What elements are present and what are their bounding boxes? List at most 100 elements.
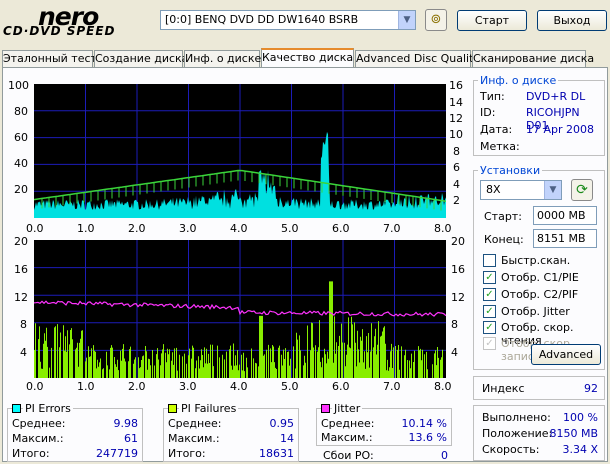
top-y-left-tick: 80 [14, 105, 28, 118]
bottom-y-right-tick: 20 [451, 235, 465, 248]
pi-errors-avg-value: 9.98 [113, 417, 139, 430]
tab-create-disc[interactable]: Создание диска [94, 50, 188, 68]
settings-title: Установки [478, 164, 543, 177]
pi-failures-max-label: Максим.: [168, 432, 220, 445]
pi-errors-avg-label: Среднее: [12, 417, 66, 430]
top-y-right-tick: 4 [453, 178, 460, 191]
pi-errors-max-label: Максим.: [12, 432, 64, 445]
refresh-icon[interactable]: ⟳ [571, 179, 593, 201]
disc-info-group: Инф. о диске Тип: DVD+R DL ID: RICOHJPN … [473, 74, 605, 156]
index-label: Индекс [482, 382, 525, 395]
x-tick-label: 7.0 [383, 380, 401, 393]
start-mb-input[interactable]: 0000 MB [533, 206, 597, 225]
show-c1-pie-checkbox[interactable]: ✓ [483, 271, 496, 284]
disc-type-value: DVD+R DL [526, 90, 586, 103]
pif-jitter-chart-area [34, 240, 446, 378]
jitter-group: Jitter Среднее: 10.14 % Максим.: 13.6 % [316, 402, 452, 446]
x-tick-label: 5.0 [281, 380, 299, 393]
jitter-max-value: 13.6 % [408, 431, 447, 444]
top-y-right-tick: 16 [449, 79, 463, 92]
bottom-y-right-tick: 16 [451, 263, 465, 276]
drive-select-value: [0:0] BENQ DVD DD DW1640 BSRB [165, 13, 359, 26]
x-tick-label: 7.0 [383, 222, 401, 235]
x-tick-label: 6.0 [332, 222, 350, 235]
tab-disc-info[interactable]: Инф. о диске [184, 50, 261, 68]
end-mb-input[interactable]: 8151 MB [533, 229, 597, 248]
start-label: Старт: [484, 210, 522, 223]
pi-failures-swatch [168, 404, 177, 413]
x-tick-label: 3.0 [179, 222, 197, 235]
jitter-swatch [321, 404, 330, 413]
disc-id-label: ID: [480, 106, 496, 119]
jitter-max-label: Максим.: [321, 431, 373, 444]
pi-errors-title: PI Errors [23, 402, 73, 415]
speed-value: 8X [486, 183, 501, 196]
pi-errors-group: PI Errors Среднее: 9.98 Максим.: 61 Итог… [7, 402, 143, 462]
chevron-down-icon[interactable]: ▼ [544, 181, 561, 199]
pi-failures-title: PI Failures [179, 402, 239, 415]
top-y-left-tick: 100 [8, 79, 29, 92]
pi-failures-total-label: Итого: [168, 447, 206, 460]
completed-value: 100 % [563, 411, 598, 424]
quick-scan-label: Быстр.скан. [501, 254, 571, 267]
index-value: 92 [584, 382, 598, 395]
settings-group: Установки 8X ▼ ⟳ Старт: 0000 MB Конец: 8… [473, 164, 605, 370]
x-tick-label: 0.0 [26, 380, 44, 393]
top-y-right-tick: 8 [453, 145, 460, 158]
position-label: Положение: [482, 427, 553, 440]
tab-benchmark[interactable]: Эталонный тест [2, 50, 97, 68]
completed-label: Выполнено: [482, 411, 551, 424]
show-jitter-checkbox[interactable]: ✓ [483, 305, 496, 318]
pi-errors-max-value: 61 [124, 432, 138, 445]
show-jitter-label: Отобр. Jitter [501, 305, 570, 318]
tab-advanced-disc-quality[interactable]: Advanced Disc Quality [355, 50, 480, 68]
bottom-y-left-tick: 20 [14, 235, 28, 248]
show-c2-pif-checkbox[interactable]: ✓ [483, 288, 496, 301]
bottom-y-left-tick: 4 [20, 346, 27, 359]
jitter-title: Jitter [332, 402, 363, 415]
speed-select[interactable]: 8X ▼ [480, 180, 562, 200]
pi-errors-total-value: 247719 [96, 447, 138, 460]
x-tick-label: 8.0 [434, 222, 452, 235]
bottom-y-left-tick: 16 [14, 263, 28, 276]
top-y-left-tick: 60 [14, 131, 28, 144]
show-read-speed-checkbox[interactable]: ✓ [483, 321, 496, 334]
pi-failures-total-value: 18631 [259, 447, 294, 460]
drive-select[interactable]: [0:0] BENQ DVD DD DW1640 BSRB ▼ [160, 10, 416, 30]
tab-scan-disc[interactable]: Сканирование диска [472, 50, 594, 68]
top-y-right-tick: 10 [449, 128, 463, 141]
tab-disc-quality[interactable]: Качество диска [261, 48, 354, 69]
bottom-y-left-tick: 8 [20, 318, 27, 331]
top-y-left-tick: 20 [14, 183, 28, 196]
speed-stat-label: Скорость: [482, 443, 540, 456]
top-y-left-tick: 40 [14, 157, 28, 170]
show-c1-pie-label: Отобр. C1/PIE [501, 271, 579, 284]
bottom-y-left-tick: 12 [14, 291, 28, 304]
disc-type-label: Тип: [480, 90, 505, 103]
start-button[interactable]: Старт [457, 10, 527, 31]
jitter-avg-label: Среднее: [321, 417, 375, 430]
x-tick-label: 2.0 [128, 380, 146, 393]
disc-tray-icon[interactable]: ⊚ [425, 9, 447, 31]
exit-button[interactable]: Выход [537, 10, 607, 31]
progress-group: Выполнено: 100 % Положение: 8150 MB Скор… [473, 405, 605, 461]
position-value: 8150 MB [549, 427, 598, 440]
pi-errors-swatch [12, 404, 21, 413]
x-tick-label: 4.0 [230, 380, 248, 393]
jitter-avg-value: 10.14 % [401, 417, 447, 430]
pi-failures-group: PI Failures Среднее: 0.95 Максим.: 14 Ит… [163, 402, 299, 462]
show-write-speed-checkbox: ✓ [483, 337, 496, 350]
pi-failures-avg-value: 0.95 [269, 417, 295, 430]
chevron-down-icon[interactable]: ▼ [398, 11, 415, 29]
bottom-y-right-tick: 4 [451, 346, 458, 359]
quick-scan-checkbox[interactable] [483, 254, 496, 267]
advanced-button[interactable]: Advanced [531, 344, 601, 365]
top-y-right-tick: 6 [453, 161, 460, 174]
pi-errors-total-label: Итого: [12, 447, 50, 460]
index-group: Индекс 92 [473, 376, 605, 400]
po-failures-label: Сбои PO: [323, 449, 374, 462]
disc-info-title: Инф. о диске [478, 74, 559, 87]
x-tick-label: 1.0 [77, 222, 95, 235]
top-y-right-tick: 12 [449, 112, 463, 125]
bottom-y-right-tick: 12 [451, 291, 465, 304]
